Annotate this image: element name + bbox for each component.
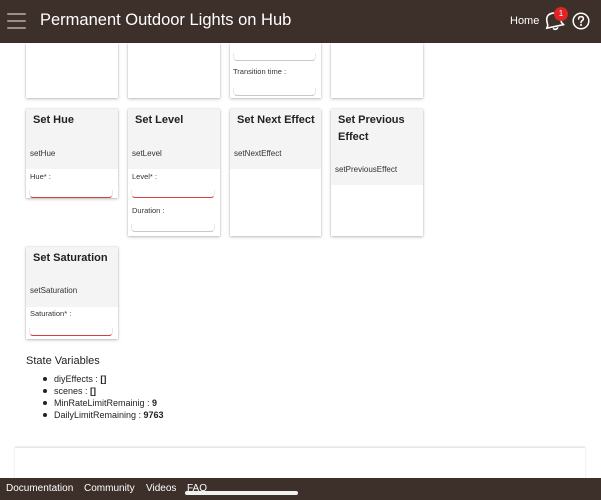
set-hue-card: Set Hue setHue Hue* : (26, 109, 118, 198)
help-icon[interactable] (572, 12, 590, 30)
duration-input[interactable] (131, 224, 215, 232)
card-title-line1: Set Previous (338, 114, 405, 126)
command-name: setLevel (132, 149, 162, 158)
field-label: Hue* : (30, 172, 51, 181)
input-field[interactable] (233, 53, 316, 61)
field-label: Transition time : (233, 67, 287, 76)
command-name: setPreviousEffect (335, 165, 398, 174)
set-next-effect-card: Set Next Effect setNextEffect (230, 109, 321, 236)
level-input[interactable] (131, 190, 215, 198)
state-name: scenes : (54, 386, 91, 396)
card-title: Set Hue (33, 114, 74, 126)
saturation-input[interactable] (29, 328, 113, 336)
command-card: Transition time : (230, 43, 321, 98)
footer-link-community[interactable]: Community (84, 483, 135, 494)
command-name: setSaturation (30, 286, 78, 295)
state-value: [] (100, 374, 107, 384)
list-item: scenes : [] (41, 385, 164, 397)
field-label: Duration : (132, 206, 165, 215)
state-value: 9763 (143, 410, 164, 420)
card-title-line2: Effect (338, 131, 369, 143)
state-name: diyEffects : (54, 374, 101, 384)
set-previous-effect-button[interactable]: Set Previous Effect setPreviousEffect (331, 109, 423, 185)
field-label: Saturation* : (30, 309, 72, 318)
command-card (26, 43, 118, 98)
card-title: Set Next Effect (237, 114, 315, 126)
state-value: 9 (152, 398, 158, 408)
footer: Documentation Community Videos FAQ (0, 478, 601, 500)
set-hue-button[interactable]: Set Hue setHue (26, 109, 118, 169)
state-name: DailyLimitRemaining : (54, 410, 144, 420)
command-card (331, 43, 423, 98)
set-next-effect-button[interactable]: Set Next Effect setNextEffect (230, 109, 321, 169)
list-item: diyEffects : [] (41, 373, 164, 385)
home-link[interactable]: Home (510, 15, 539, 27)
command-name: setHue (30, 149, 56, 158)
state-name: MinRateLimitRemainig : (54, 398, 153, 408)
set-previous-effect-card: Set Previous Effect setPreviousEffect (331, 109, 423, 236)
home-indicator (185, 491, 298, 495)
state-variables-list: diyEffects : [] scenes : [] MinRateLimit… (41, 373, 164, 421)
hue-input[interactable] (29, 190, 113, 198)
transition-time-input[interactable] (233, 88, 316, 96)
footer-link-videos[interactable]: Videos (146, 483, 176, 494)
field-label: Level* : (132, 172, 158, 181)
state-variables-heading: State Variables (26, 355, 100, 367)
list-item: MinRateLimitRemainig : 9 (41, 397, 164, 409)
notification-count-badge: 1 (554, 7, 568, 21)
card-title: Set Level (135, 114, 184, 126)
card-title: Set Saturation (33, 252, 108, 264)
set-saturation-button[interactable]: Set Saturation setSaturation (26, 247, 118, 307)
set-saturation-card: Set Saturation setSaturation Saturation*… (26, 247, 118, 339)
hamburger-menu-icon[interactable] (7, 13, 26, 29)
page-title: Permanent Outdoor Lights on Hub (40, 11, 292, 29)
command-card (128, 43, 220, 98)
command-name: setNextEffect (234, 149, 282, 158)
list-item: DailyLimitRemaining : 9763 (41, 409, 164, 421)
set-level-button[interactable]: Set Level setLevel (128, 109, 220, 169)
app-header: Permanent Outdoor Lights on Hub Home 1 (0, 0, 601, 43)
set-level-card: Set Level setLevel Level* : Duration : (128, 109, 220, 236)
footer-link-documentation[interactable]: Documentation (6, 483, 73, 494)
state-value: [] (90, 386, 97, 396)
